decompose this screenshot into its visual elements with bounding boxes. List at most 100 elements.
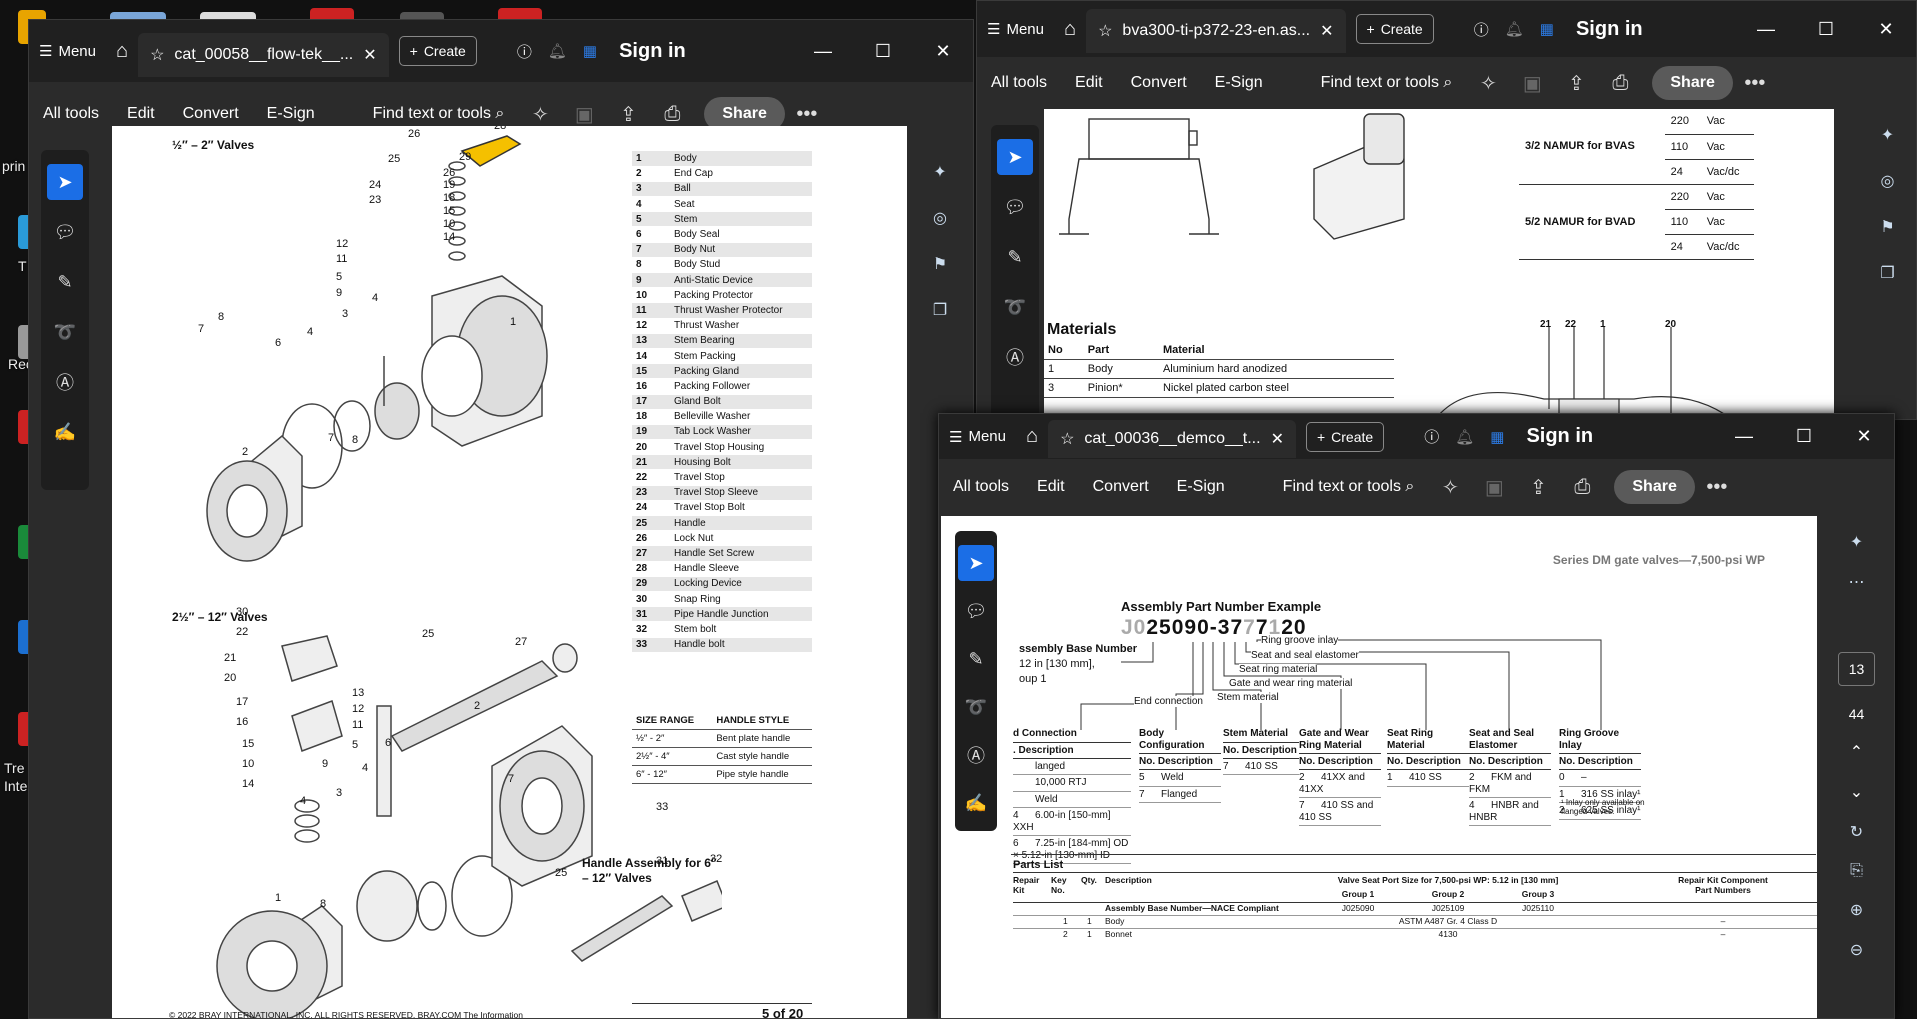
print-icon[interactable]: ⎙ [1560, 476, 1604, 499]
sign-tool-icon[interactable]: ✍ [958, 785, 994, 821]
create-button[interactable]: + Create [398, 36, 477, 66]
close-window-icon[interactable]: ✕ [1856, 19, 1916, 40]
comment-tool-icon[interactable]: 💬︎ [47, 214, 83, 250]
ai-chat-icon[interactable]: ✦ [1881, 125, 1894, 145]
home-button[interactable]: ⌂ [106, 20, 138, 82]
find-tools[interactable]: Find text or tools ⌕ [359, 105, 519, 123]
text-select-icon[interactable]: Ⓐ [47, 364, 83, 400]
apps-grid-icon[interactable]: ▦ [583, 42, 597, 60]
select-tool-icon[interactable]: ➤ [958, 545, 994, 581]
document-tab[interactable]: ☆ cat_00058__flow-tek__... ✕ [138, 33, 389, 77]
help-icon[interactable]: ⓘ [1474, 19, 1489, 40]
maximize-icon[interactable]: ☐ [853, 41, 913, 62]
upload-icon[interactable]: ⇪ [1554, 71, 1598, 96]
chevron-up-icon[interactable]: ⌃ [1850, 742, 1863, 762]
select-tool-icon[interactable]: ➤ [47, 164, 83, 200]
edit-menu[interactable]: Edit [1061, 74, 1117, 92]
all-tools-menu[interactable]: All tools [939, 478, 1023, 496]
menu-button[interactable]: ☰ Menu [939, 414, 1016, 459]
find-tools[interactable]: Find text or tools ⌕ [1307, 74, 1467, 92]
sign-in-button[interactable]: Sign in [1564, 18, 1655, 41]
comment-tool-icon[interactable]: 💬︎ [958, 593, 994, 629]
page-number-box[interactable]: 13 [1837, 652, 1876, 686]
edit-menu[interactable]: Edit [1023, 478, 1079, 496]
home-button[interactable]: ⌂ [1054, 1, 1086, 57]
text-select-icon[interactable]: Ⓐ [958, 737, 994, 773]
save-icon[interactable]: ▣ [562, 102, 606, 127]
help-icon[interactable]: ⓘ [517, 41, 532, 62]
save-icon[interactable]: ▣ [1510, 71, 1554, 96]
lasso-tool-icon[interactable]: ➰ [47, 314, 83, 350]
share-button[interactable]: Share [1614, 470, 1695, 504]
esign-menu[interactable]: E-Sign [1163, 478, 1239, 496]
bookmark-icon[interactable]: ⚑ [933, 254, 947, 274]
menu-button[interactable]: ☰ Menu [977, 1, 1054, 57]
print-icon[interactable]: ⎙ [1598, 72, 1642, 95]
convert-menu[interactable]: Convert [1117, 74, 1201, 92]
close-window-icon[interactable]: ✕ [1834, 426, 1894, 447]
ai-chat-icon[interactable]: ✦ [933, 162, 946, 182]
ai-assistant-icon[interactable]: ✧ [1466, 71, 1510, 96]
sign-tool-icon[interactable]: ✍ [47, 414, 83, 450]
maximize-icon[interactable]: ☐ [1796, 19, 1856, 40]
maximize-icon[interactable]: ☐ [1774, 426, 1834, 447]
rotate-icon[interactable]: ↻ [1850, 822, 1863, 842]
more-icon[interactable]: ••• [785, 103, 829, 126]
close-tab-icon[interactable]: ✕ [1320, 21, 1333, 41]
text-select-icon[interactable]: Ⓐ [997, 339, 1033, 375]
zoom-out-icon[interactable]: ⊖ [1850, 940, 1863, 960]
ai-chat-icon[interactable]: ✦ [1850, 532, 1863, 552]
comments-icon[interactable]: ◎ [1881, 171, 1895, 191]
minimize-icon[interactable]: — [1736, 19, 1796, 40]
close-tab-icon[interactable]: ✕ [363, 45, 376, 65]
minimize-icon[interactable]: — [1714, 426, 1774, 447]
bookmark-icon[interactable]: ⚑ [1880, 217, 1894, 237]
esign-menu[interactable]: E-Sign [1201, 74, 1277, 92]
zoom-in-icon[interactable]: ⊕ [1850, 900, 1863, 920]
sign-in-button[interactable]: Sign in [607, 40, 698, 63]
more-icon[interactable]: ••• [1695, 476, 1739, 499]
copy-icon[interactable]: ❐ [1880, 263, 1894, 283]
apps-grid-icon[interactable]: ▦ [1540, 20, 1554, 38]
chevron-down-icon[interactable]: ⌄ [1850, 782, 1863, 802]
help-icon[interactable]: ⓘ [1424, 426, 1439, 447]
esign-menu[interactable]: E-Sign [253, 105, 329, 123]
print-icon[interactable]: ⎙ [650, 103, 694, 126]
share-button[interactable]: Share [1652, 66, 1733, 100]
more-options-icon[interactable]: ⋯ [1849, 572, 1865, 592]
save-icon[interactable]: ▣ [1472, 475, 1516, 500]
convert-menu[interactable]: Convert [1079, 478, 1163, 496]
close-window-icon[interactable]: ✕ [913, 41, 973, 62]
apps-grid-icon[interactable]: ▦ [1490, 428, 1504, 446]
bell-icon[interactable]: 🔔︎ [1455, 428, 1474, 446]
comment-tool-icon[interactable]: 💬︎ [997, 189, 1033, 225]
copy-icon[interactable]: ❐ [933, 300, 947, 320]
minimize-icon[interactable]: — [793, 41, 853, 62]
upload-icon[interactable]: ⇪ [1516, 475, 1560, 500]
menu-button[interactable]: ☰ Menu [29, 20, 106, 82]
all-tools-menu[interactable]: All tools [977, 74, 1061, 92]
find-tools[interactable]: Find text or tools ⌕ [1269, 478, 1429, 496]
bell-icon[interactable]: 🔔︎ [1505, 20, 1524, 38]
create-button[interactable]: + Create [1305, 421, 1385, 452]
bell-icon[interactable]: 🔔︎ [548, 42, 567, 60]
ai-assistant-icon[interactable]: ✧ [1428, 475, 1472, 500]
more-icon[interactable]: ••• [1733, 72, 1777, 95]
close-tab-icon[interactable]: ✕ [1271, 429, 1284, 449]
convert-menu[interactable]: Convert [169, 105, 253, 123]
lasso-tool-icon[interactable]: ➰ [997, 289, 1033, 325]
highlight-tool-icon[interactable]: ✎ [958, 641, 994, 677]
ai-assistant-icon[interactable]: ✧ [518, 102, 562, 127]
comments-icon[interactable]: ◎ [933, 208, 947, 228]
all-tools-menu[interactable]: All tools [29, 105, 113, 123]
lasso-tool-icon[interactable]: ➰ [958, 689, 994, 725]
sign-in-button[interactable]: Sign in [1514, 425, 1605, 448]
select-tool-icon[interactable]: ➤ [997, 139, 1033, 175]
document-tab[interactable]: ☆ cat_00036__demco__t... ✕ [1048, 419, 1296, 458]
upload-icon[interactable]: ⇪ [606, 102, 650, 127]
edit-menu[interactable]: Edit [113, 105, 169, 123]
document-tab[interactable]: ☆ bva300-ti-p372-23-en.as... ✕ [1086, 9, 1346, 53]
highlight-tool-icon[interactable]: ✎ [997, 239, 1033, 275]
create-button[interactable]: + Create [1355, 14, 1434, 44]
extract-icon[interactable]: ⎘ [1850, 862, 1863, 880]
